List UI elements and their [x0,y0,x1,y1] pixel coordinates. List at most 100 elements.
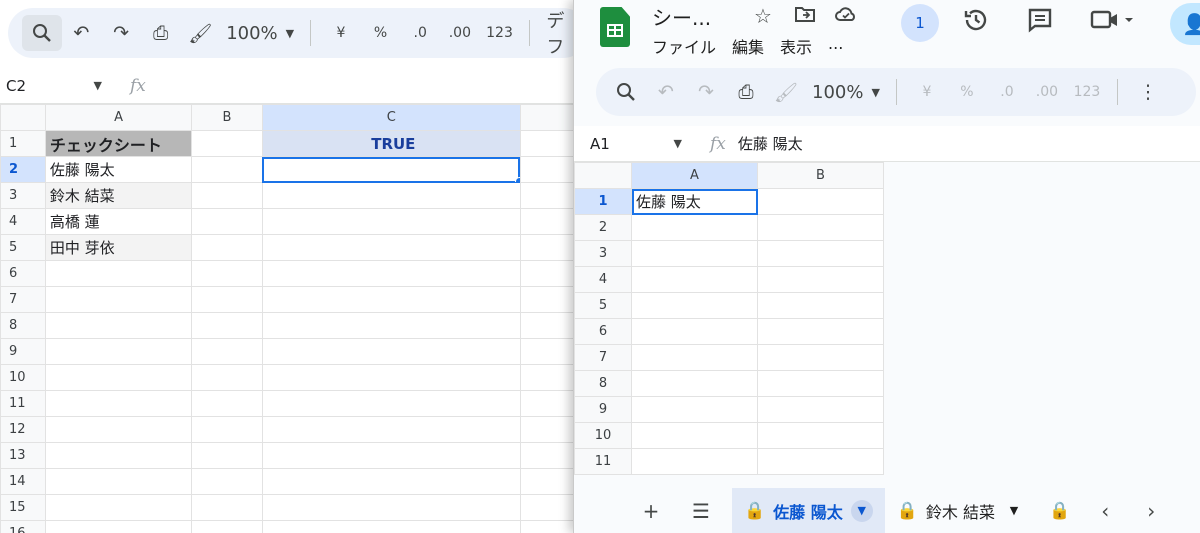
row-header-16[interactable]: 16 [0,520,46,533]
cell[interactable] [261,364,521,391]
cell[interactable] [191,494,263,521]
sheet-tab-3[interactable]: 🔒 [1037,488,1082,533]
column-header-a[interactable]: A [44,104,193,131]
print-icon[interactable]: ⎙ [141,15,181,51]
currency-format-button[interactable]: ¥ [321,15,361,51]
comment-icon[interactable] [1026,6,1054,40]
number-format-button[interactable]: 123 [1067,74,1107,110]
cell[interactable] [757,266,884,293]
share-button[interactable]: 👤 [1170,3,1200,45]
cell[interactable] [519,312,578,339]
sheet-tab-1[interactable]: 🔒 佐藤 陽太 ▼ [732,488,885,533]
cell[interactable] [519,364,578,391]
cell-c4[interactable] [261,208,521,235]
cell[interactable] [757,214,884,241]
cell[interactable] [631,214,758,241]
increase-decimal-button[interactable]: .00 [440,15,480,51]
formula-input[interactable]: 佐藤 陽太 [738,133,803,154]
cell[interactable] [44,286,193,313]
add-sheet-icon[interactable]: + [626,499,676,523]
cell-a1[interactable]: 佐藤 陽太 [631,188,758,215]
row-header-7[interactable]: 7 [0,286,46,313]
cell[interactable] [519,390,578,417]
cell-d1[interactable] [519,130,578,157]
cell[interactable] [44,468,193,495]
cell[interactable] [757,396,884,423]
row-header-14[interactable]: 14 [0,468,46,495]
cell[interactable] [191,442,263,469]
cell[interactable] [44,364,193,391]
undo-icon[interactable]: ↶ [646,74,686,110]
cell[interactable] [191,416,263,443]
cell[interactable] [191,364,263,391]
cell[interactable] [519,468,578,495]
currency-format-button[interactable]: ¥ [907,74,947,110]
row-header-2[interactable]: 2 [0,156,46,183]
cell-a3[interactable]: 鈴木 結菜 [44,182,193,209]
cell-a2[interactable]: 佐藤 陽太 [44,156,193,183]
folder-move-icon[interactable] [794,4,816,29]
row-header-13[interactable]: 13 [0,442,46,469]
row-header-3[interactable]: 3 [574,240,632,267]
more-vert-icon[interactable]: ⋮ [1128,74,1168,110]
cell[interactable] [631,292,758,319]
redo-icon[interactable]: ↷ [101,15,141,51]
zoom-select[interactable]: 100% ▼ [806,74,886,110]
sheets-logo-icon[interactable] [600,7,630,47]
percent-format-button[interactable]: % [361,15,401,51]
cell[interactable] [519,494,578,521]
column-header-d[interactable] [519,104,578,131]
cell[interactable] [191,260,263,287]
cell[interactable] [261,468,521,495]
cell[interactable] [519,338,578,365]
decrease-decimal-button[interactable]: .0 [400,15,440,51]
cell[interactable] [261,390,521,417]
name-box[interactable]: A1 ▼ [574,135,692,153]
cell-b1[interactable] [191,130,263,157]
cell[interactable] [44,338,193,365]
cell-a1[interactable]: チェックシート [44,130,193,157]
cell[interactable] [261,338,521,365]
menu-file[interactable]: ファイル [652,34,716,58]
cell-c2[interactable] [261,156,521,183]
cell[interactable] [261,442,521,469]
cell-d3[interactable] [519,182,578,209]
cell-b5[interactable] [191,234,263,261]
cell[interactable] [757,240,884,267]
row-header-6[interactable]: 6 [0,260,46,287]
menu-more[interactable]: ... [828,34,843,58]
cell-b1[interactable] [757,188,884,215]
cell[interactable] [519,286,578,313]
cell[interactable] [519,520,578,533]
cell[interactable] [757,318,884,345]
cell[interactable] [757,344,884,371]
name-box[interactable]: C2 ▼ [0,77,112,95]
cell[interactable] [44,260,193,287]
right-grid-area[interactable]: A B 1 佐藤 陽太 2 3 4 5 6 7 8 9 10 11 [574,162,1200,488]
cell[interactable] [631,370,758,397]
cell[interactable] [191,312,263,339]
cell[interactable] [191,468,263,495]
search-icon[interactable] [606,74,646,110]
row-header-6[interactable]: 6 [574,318,632,345]
sheet-tab-2[interactable]: 🔒 鈴木 結菜 ▼ [885,488,1037,533]
column-header-b[interactable]: B [757,162,884,189]
number-format-button[interactable]: 123 [480,15,520,51]
column-header-b[interactable]: B [191,104,263,131]
cell[interactable] [191,286,263,313]
row-header-15[interactable]: 15 [0,494,46,521]
cell[interactable] [44,312,193,339]
cell[interactable] [631,344,758,371]
row-header-4[interactable]: 4 [574,266,632,293]
row-header-5[interactable]: 5 [574,292,632,319]
chevron-right-icon[interactable]: › [1128,499,1174,523]
cell[interactable] [631,318,758,345]
cell[interactable] [44,442,193,469]
cell-c3[interactable] [261,182,521,209]
cell[interactable] [757,422,884,449]
cell-a5[interactable]: 田中 芽依 [44,234,193,261]
undo-icon[interactable]: ↶ [62,15,102,51]
cloud-saved-icon[interactable] [834,4,858,29]
cell[interactable] [191,520,263,533]
cell-d2[interactable] [519,156,578,183]
